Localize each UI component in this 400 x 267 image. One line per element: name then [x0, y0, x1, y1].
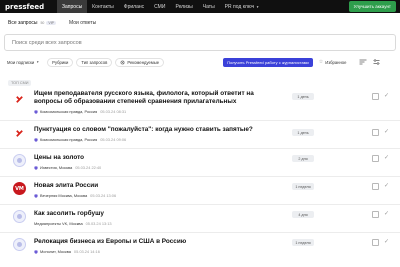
nav-item-freelance[interactable]: Фриланс: [119, 0, 149, 13]
publication-placeholder-icon: [13, 154, 26, 167]
row-divider: [0, 204, 400, 205]
publication-placeholder-icon: [13, 238, 26, 251]
publication-name[interactable]: Вечерняя Москва, Москва: [40, 193, 87, 198]
top-media-badge: ТОП СМИ: [8, 80, 32, 86]
main-nav: Запросы Контакты Фриланс СМИ Релизы Чаты…: [57, 0, 264, 13]
publication-name[interactable]: Медиапроекты VK, Москва: [34, 221, 83, 226]
request-title[interactable]: Цены на золото: [34, 154, 274, 162]
select-checkbox[interactable]: [372, 183, 379, 190]
chevron-down-icon: ▼: [256, 4, 260, 9]
request-meta: Медиапроекты VK, Москва 05.03.24 13:13: [34, 221, 112, 226]
verified-shield-icon: [34, 137, 38, 142]
nav-item-pr-turnkey[interactable]: PR под ключ ▼: [220, 0, 264, 13]
request-tabs: Все запросы 50 VIP Мои ответы: [8, 20, 96, 26]
tab-all-requests[interactable]: Все запросы 50 VIP: [8, 20, 57, 26]
row-divider: [0, 176, 400, 177]
request-date: 05.03.24 13:06: [90, 193, 117, 198]
filter-bar: Мои подписки ▼ Рубрики Тип запросов Реко…: [4, 57, 398, 67]
row-divider: [0, 120, 400, 121]
check-icon[interactable]: ✓: [384, 154, 389, 161]
request-date: 05.03.24 13:13: [85, 221, 112, 226]
vm-logo-icon: VM: [13, 182, 26, 195]
filter-settings-icon[interactable]: [373, 59, 380, 65]
verified-shield-icon: [34, 193, 38, 198]
publication-name[interactable]: Комсомольская правда, Россия: [40, 137, 97, 142]
settings-icon: [120, 60, 125, 64]
select-checkbox[interactable]: [372, 211, 379, 218]
check-icon[interactable]: ✓: [384, 210, 389, 217]
promo-button[interactable]: Получить Pressfeed работу с журналистами: [223, 57, 313, 67]
request-date: 05.03.24 08:31: [100, 109, 127, 114]
chevron-down-icon: ▼: [36, 60, 40, 64]
rubrics-label: Рубрики: [52, 59, 69, 65]
nav-item-contacts[interactable]: Контакты: [87, 0, 119, 13]
my-subscriptions-dropdown[interactable]: Мои подписки ▼: [4, 58, 44, 67]
check-icon[interactable]: ✓: [384, 92, 389, 99]
recommended-filter[interactable]: Рекомендуемые: [115, 57, 165, 67]
tab-all-count: 50: [40, 21, 45, 25]
nav-item-requests[interactable]: Запросы: [57, 0, 88, 13]
days-left-badge: 4 дня: [292, 211, 314, 218]
nav-item-releases[interactable]: Релизы: [170, 0, 197, 13]
request-meta: Комсомольская правда, Россия 05.03.24 09…: [34, 137, 126, 142]
request-type-label: Тип запросов: [81, 59, 108, 65]
request-title[interactable]: Как засолить горбушу: [34, 210, 274, 218]
request-type-filter[interactable]: Тип запросов: [76, 57, 113, 67]
kp-logo-icon: [13, 127, 26, 140]
request-meta: Вечерняя Москва, Москва 05.03.24 13:06: [34, 193, 116, 198]
days-left-badge: 2 дня: [292, 155, 314, 162]
star-icon: ☆: [318, 59, 324, 65]
kp-logo-icon: [13, 93, 26, 106]
vip-badge: VIP: [46, 21, 57, 25]
select-checkbox[interactable]: [372, 155, 379, 162]
select-checkbox[interactable]: [372, 93, 379, 100]
request-meta: Монолит, Москва 05.03.24 14:16: [34, 249, 100, 254]
publication-name[interactable]: Комсомольская правда, Россия: [40, 109, 97, 114]
request-meta: Известия, Москва 05.03.24 22:40: [34, 165, 101, 170]
nav-item-chats[interactable]: Чаты: [198, 0, 220, 13]
upgrade-account-button[interactable]: Улучшить аккаунт: [348, 1, 396, 12]
days-left-badge: 1 день: [292, 93, 314, 100]
nav-item-media[interactable]: СМИ: [149, 0, 170, 13]
search-box: [4, 34, 396, 51]
request-date: 05.03.24 09:06: [100, 137, 127, 142]
tab-my-answers[interactable]: Мои ответы: [69, 20, 96, 26]
request-title[interactable]: Релокация бизнеса из Европы и США в Росс…: [34, 238, 274, 246]
verified-shield-icon: [34, 165, 38, 170]
request-title[interactable]: Ищем преподавателя русского языка, филол…: [34, 90, 274, 106]
rubrics-filter[interactable]: Рубрики: [47, 57, 74, 67]
check-icon[interactable]: ✓: [384, 128, 389, 135]
select-checkbox[interactable]: [372, 239, 379, 246]
top-navigation-bar: pressfeed Запросы Контакты Фриланс СМИ Р…: [0, 0, 400, 13]
check-icon[interactable]: ✓: [384, 238, 389, 245]
row-divider: [0, 148, 400, 149]
tab-all-label: Все запросы: [8, 20, 38, 26]
publication-name[interactable]: Известия, Москва: [40, 165, 72, 170]
request-title[interactable]: Новая элита России: [34, 182, 274, 190]
request-date: 05.03.24 14:16: [73, 249, 100, 254]
favorites-label: Избранное: [325, 59, 347, 65]
nav-item-pr-label: PR под ключ: [224, 3, 255, 10]
select-checkbox[interactable]: [372, 129, 379, 136]
publication-name[interactable]: Монолит, Москва: [40, 249, 71, 254]
request-title[interactable]: Пунктуация со словом "пожалуйста": когда…: [34, 126, 294, 134]
days-left-badge: 1 неделя: [292, 183, 314, 190]
verified-shield-icon: [34, 109, 38, 114]
check-icon[interactable]: ✓: [384, 182, 389, 189]
favorites-filter[interactable]: ☆ Избранное: [319, 59, 347, 65]
verified-shield-icon: [34, 249, 38, 254]
days-left-badge: 1 неделя: [292, 239, 314, 246]
days-left-badge: 1 день: [292, 129, 314, 136]
publication-placeholder-icon: [13, 210, 26, 223]
search-input[interactable]: [12, 39, 352, 46]
sort-icon[interactable]: [359, 59, 367, 65]
tab-mine-label: Мои ответы: [69, 20, 97, 26]
row-divider: [0, 232, 400, 233]
brand-logo[interactable]: pressfeed: [5, 3, 57, 11]
my-subscriptions-label: Мои подписки: [7, 59, 35, 65]
request-meta: Комсомольская правда, Россия 05.03.24 08…: [34, 109, 126, 114]
recommended-label: Рекомендуемые: [127, 59, 160, 65]
request-date: 05.03.24 22:40: [75, 165, 102, 170]
